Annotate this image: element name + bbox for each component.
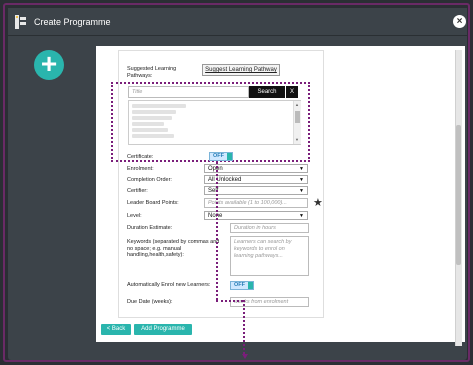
certifier-select[interactable]: Self ▼ (204, 186, 308, 195)
chevron-down-icon: ▼ (299, 213, 304, 219)
auto-enrol-toggle[interactable]: OFF (230, 281, 254, 290)
toggle-knob (227, 153, 232, 160)
annotation-line (216, 162, 218, 300)
title-search-input[interactable]: Title (128, 86, 249, 98)
add-plus-icon[interactable]: + (34, 50, 64, 80)
search-button[interactable]: Search (249, 86, 285, 98)
completion-value: All Unlocked (208, 177, 242, 183)
certificate-toggle[interactable]: OFF (209, 152, 233, 161)
duration-input[interactable]: Duration in hours (230, 223, 309, 233)
titlebar: Create Programme × (8, 8, 467, 36)
certificate-label: Certificate: (127, 154, 154, 160)
list-item[interactable] (132, 104, 186, 108)
completion-label: Completion Order: (127, 177, 172, 183)
points-input[interactable]: Points available (1 to 100,000)... (204, 198, 308, 208)
scroll-down-icon[interactable]: ▼ (295, 137, 299, 142)
pathway-list[interactable]: ▲ ▼ (128, 100, 301, 145)
enrolment-label: Enrolment: (127, 166, 154, 172)
duration-label: Duration Estimate: (127, 225, 173, 231)
auto-enrol-toggle-text: OFF (234, 282, 245, 288)
close-icon[interactable]: × (453, 15, 466, 28)
suggest-pathway-button[interactable]: Suggest Learning Pathway (202, 64, 280, 76)
suggested-label: Suggested Learning Pathways: (127, 66, 177, 79)
completion-select[interactable]: All Unlocked ▼ (204, 175, 308, 184)
list-scroll-thumb[interactable] (295, 111, 300, 123)
certifier-label: Certifier: (127, 188, 148, 194)
add-programme-button[interactable]: Add Programme (134, 324, 192, 335)
programme-icon (15, 15, 26, 29)
back-button[interactable]: < Back (101, 324, 131, 335)
list-item[interactable] (132, 116, 172, 120)
required-star-icon: ★ (313, 197, 323, 209)
level-select[interactable]: None ▼ (204, 211, 308, 220)
due-date-label: Due Date (weeks): (127, 299, 173, 305)
list-item[interactable] (132, 134, 174, 138)
enrolment-select[interactable]: Open ▼ (204, 164, 308, 173)
chevron-down-icon: ▼ (299, 188, 304, 194)
annotation-line (243, 300, 245, 354)
keywords-textarea[interactable]: Learners can search by keywords to enrol… (230, 236, 309, 276)
list-item[interactable] (132, 128, 168, 132)
certificate-toggle-text: OFF (213, 153, 224, 159)
keywords-label: Keywords (separated by commas and no spa… (127, 239, 220, 258)
list-item[interactable] (132, 122, 164, 126)
level-label: Level: (127, 213, 142, 219)
chevron-down-icon: ▼ (299, 166, 304, 172)
due-date-input[interactable]: weeks from enrolment (230, 297, 309, 307)
clear-search-button[interactable]: X (286, 86, 298, 98)
window-title: Create Programme (34, 17, 111, 27)
auto-enrol-label: Automatically Enrol new Learners: (127, 282, 211, 288)
points-label: Leader Board Points: (127, 200, 179, 206)
annotation-line (216, 300, 243, 302)
toggle-knob (248, 282, 253, 289)
list-scrollbar[interactable]: ▲ ▼ (293, 101, 301, 144)
annotation-arrow-icon (242, 354, 248, 359)
list-item[interactable] (132, 110, 176, 114)
chevron-down-icon: ▼ (299, 177, 304, 183)
panel-scrollbar-thumb[interactable] (456, 125, 461, 265)
scroll-up-icon[interactable]: ▲ (295, 102, 299, 107)
